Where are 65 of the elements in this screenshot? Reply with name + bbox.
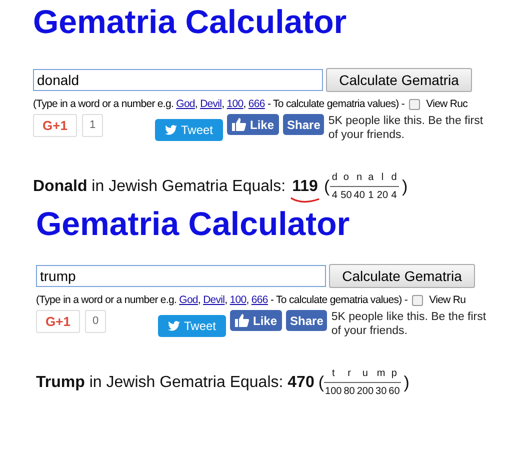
plus-one-button[interactable]: G+1 — [36, 310, 80, 333]
parenthesis: ( — [324, 177, 330, 197]
parenthesis: ( — [318, 373, 324, 393]
hint-text: (Type in a word or a number e.g. God, Devil, 100, 666 - To calculate gematria values) - — [33, 98, 406, 111]
example-link[interactable]: 666 — [251, 294, 268, 306]
likes-text: 5K people like this. Be the first of your friends. — [328, 114, 484, 142]
total-value: 470 — [288, 374, 314, 393]
share-button[interactable]: Share — [286, 310, 328, 331]
letter-text: a — [366, 172, 376, 187]
letter-value: 30 — [376, 385, 387, 398]
example-link[interactable]: Devil — [203, 294, 225, 306]
thumbs-up-icon — [235, 314, 249, 327]
parenthesis: ) — [402, 177, 408, 197]
example-link[interactable]: 100 — [226, 98, 244, 110]
word-input[interactable]: donald — [33, 69, 323, 91]
hint-text: (Type in a word or a number e.g. God, Devil, 100, 666 - To calculate gematria values) - — [36, 294, 409, 307]
letter-text: d — [330, 172, 340, 187]
total-value: 119 — [290, 178, 320, 204]
checkbox-label: View Ru — [429, 294, 466, 307]
letter-value: 100 — [325, 385, 342, 398]
bird-icon — [168, 321, 180, 331]
example-link[interactable]: 666 — [248, 98, 265, 110]
parenthesis: ) — [404, 373, 410, 393]
bird-icon — [164, 125, 177, 135]
checkbox-label: View Ruc — [426, 98, 468, 111]
letter-value: 80 — [344, 385, 355, 398]
share-button[interactable]: Share — [283, 114, 324, 135]
letter-value: 4 — [391, 189, 397, 202]
like-button[interactable]: Like — [227, 114, 280, 135]
letter-text: n — [352, 172, 366, 187]
like-button[interactable]: Like — [230, 310, 282, 331]
page-title: Gematria Calculator — [36, 204, 351, 244]
likes-text: 5K people like this. Be the first of your friends. — [331, 310, 488, 338]
thumbs-up-icon — [232, 118, 246, 131]
count-bubble: 0 — [85, 310, 106, 333]
example-link[interactable]: God — [179, 294, 198, 306]
letter-text: p — [388, 368, 401, 383]
calculate-button[interactable]: Calculate Gematria — [329, 264, 475, 288]
example-link[interactable]: Devil — [200, 98, 222, 110]
letter-text: l — [376, 172, 390, 187]
count-bubble: 1 — [82, 114, 103, 137]
example-link[interactable]: God — [176, 98, 195, 110]
letter-text: o — [340, 172, 353, 187]
word-input[interactable]: trump — [36, 265, 326, 287]
letter-text: t — [324, 368, 343, 383]
letter-text: r — [342, 368, 356, 383]
letter-text: m — [374, 368, 388, 383]
checkbox[interactable] — [412, 295, 424, 306]
letter-value: 200 — [356, 385, 374, 398]
example-link[interactable]: 100 — [230, 294, 246, 306]
result-text: Trump in Jewish Gematria Equals: — [36, 374, 284, 392]
underline-mark — [290, 196, 320, 204]
letter-value: 4 — [332, 189, 338, 202]
page-title: Gematria Calculator — [33, 2, 348, 42]
letter-text: d — [389, 172, 400, 187]
letter-text: u — [356, 368, 375, 383]
result-text: Donald in Jewish Gematria Equals: — [33, 178, 287, 196]
letter-value: 40 — [354, 189, 365, 202]
checkbox[interactable] — [409, 99, 420, 110]
letter-value: 60 — [388, 385, 400, 398]
plus-one-button[interactable]: G+1 — [33, 114, 77, 137]
letter-value: 1 — [368, 189, 374, 202]
letter-value: 20 — [376, 189, 388, 202]
letter-value: 50 — [340, 189, 352, 202]
calculate-button[interactable]: Calculate Gematria — [326, 68, 472, 92]
